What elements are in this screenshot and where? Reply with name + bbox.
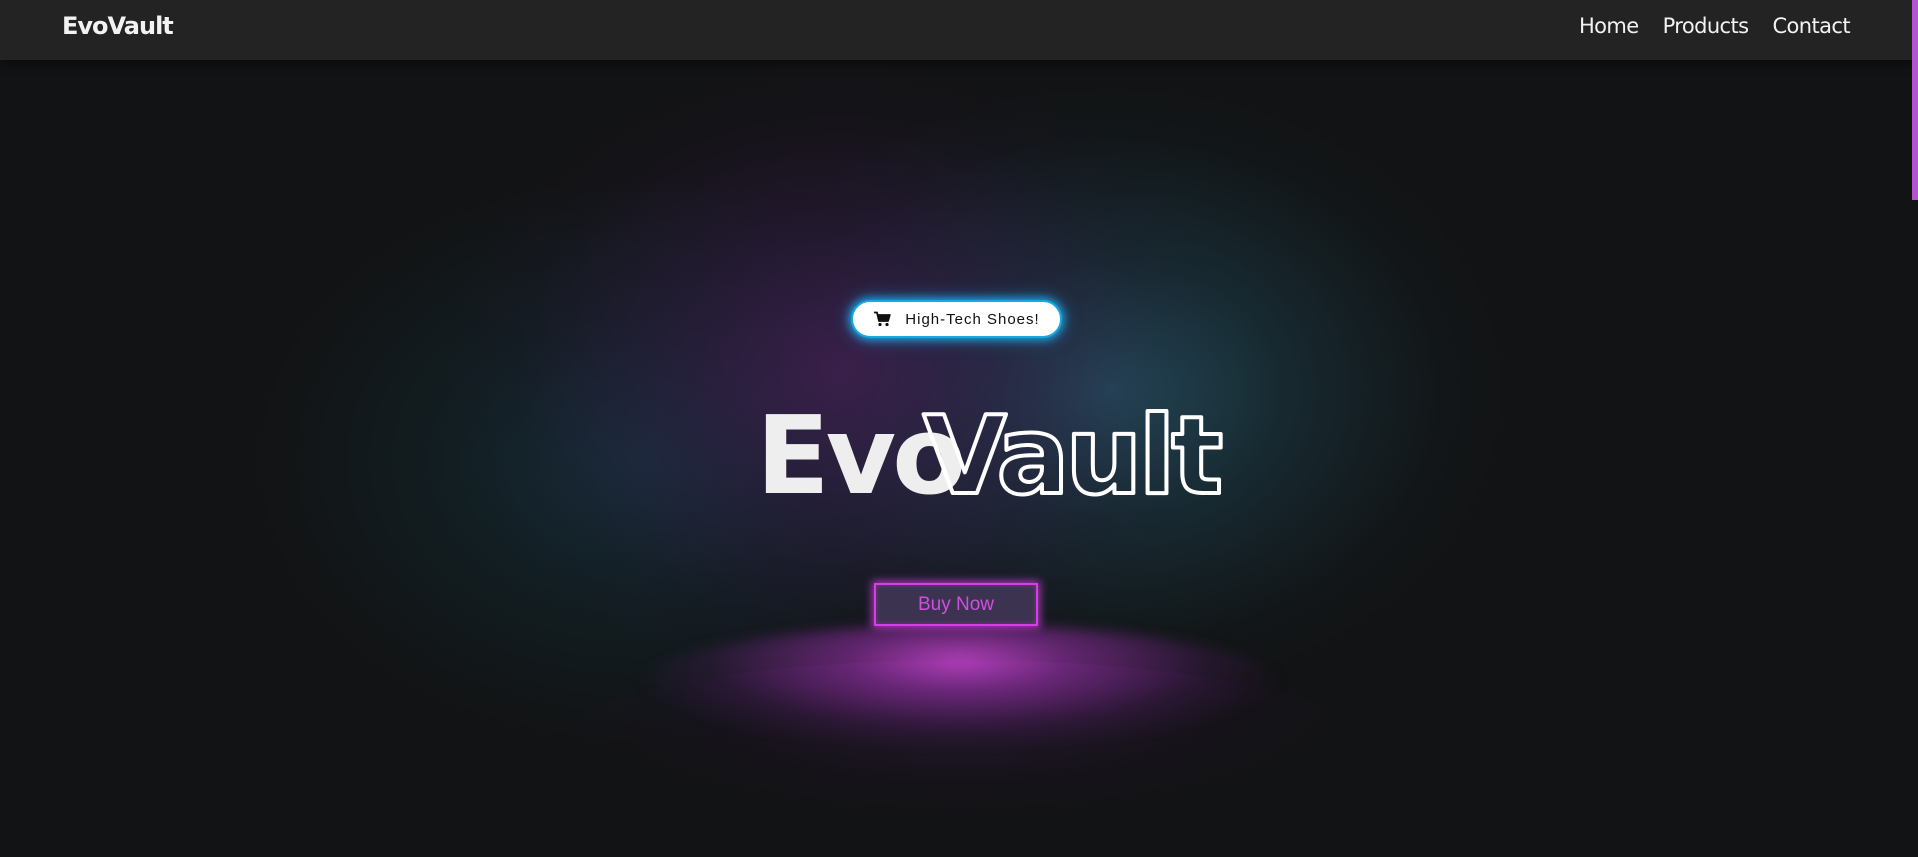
shopping-cart-icon	[873, 311, 891, 327]
hero-title-outline: Vault	[923, 394, 1221, 519]
hero-badge-text: High-Tech Shoes!	[905, 310, 1040, 328]
floor-glow	[640, 625, 1280, 745]
hero-title: Evo Vault	[740, 390, 1227, 521]
nav-link-products[interactable]: Products	[1663, 14, 1749, 38]
nav-link-home[interactable]: Home	[1579, 14, 1639, 38]
nav-menu: Home Products Contact	[1579, 14, 1851, 38]
scrollbar-thumb[interactable]	[1912, 0, 1918, 200]
background-glow-purple	[450, 60, 1230, 680]
navbar: EvoVault Home Products Contact	[0, 0, 1918, 60]
brand-logo[interactable]: EvoVault	[62, 12, 174, 40]
hero-badge: High-Tech Shoes!	[851, 300, 1062, 338]
page: EvoVault Home Products Contact High-Tech…	[0, 0, 1918, 857]
nav-link-contact[interactable]: Contact	[1772, 14, 1850, 38]
floor-glow-base	[560, 660, 1360, 820]
buy-now-button[interactable]: Buy Now	[874, 583, 1038, 626]
